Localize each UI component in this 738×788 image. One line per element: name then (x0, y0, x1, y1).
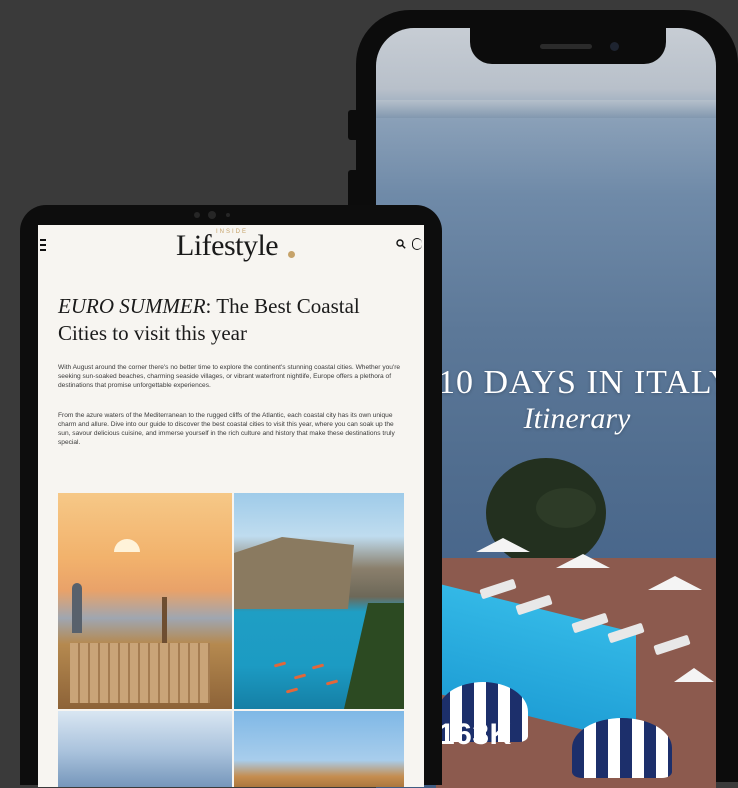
article-headline: EURO SUMMER: The Best Coastal Cities to … (58, 293, 388, 347)
profile-icon[interactable] (412, 238, 422, 250)
dubrovnik-photo[interactable] (234, 493, 404, 709)
menu-icon[interactable] (40, 239, 46, 251)
article-paragraph: From the azure waters of the Mediterrane… (58, 412, 395, 446)
fortress-cliff (234, 537, 354, 609)
tablet-camera (208, 211, 216, 219)
palma-photo[interactable] (234, 711, 404, 787)
article-paragraph: With August around the corner there's no… (58, 364, 401, 389)
kayak (285, 687, 299, 694)
green-shore (344, 603, 404, 709)
search-icon[interactable] (396, 239, 406, 249)
kayak (273, 661, 287, 668)
buildings (70, 643, 210, 703)
barcelona-photo[interactable] (58, 493, 232, 709)
sun (114, 539, 140, 552)
tower (72, 583, 82, 633)
site-logo[interactable]: Lifestyle (176, 229, 279, 263)
article-page[interactable]: INSIDE Lifestyle EURO SUMMER: The Best C… (38, 225, 424, 787)
front-camera (610, 42, 619, 51)
story-subtitle: Itinerary (523, 402, 631, 435)
phone-notch (470, 28, 666, 64)
tablet-device: INSIDE Lifestyle EURO SUMMER: The Best C… (20, 205, 442, 787)
tablet-sensor (226, 213, 230, 217)
logo-dot (288, 251, 295, 258)
kayak (325, 679, 339, 686)
kayak (311, 663, 325, 670)
striped-umbrella (572, 718, 672, 778)
story-title: 10 DAYS IN ITALY (438, 364, 716, 401)
tablet-sensor (194, 212, 200, 218)
speaker-grille (540, 44, 592, 49)
site-header: INSIDE Lifestyle (38, 225, 424, 273)
photo-collage (58, 493, 404, 787)
monaco-photo[interactable] (58, 711, 232, 787)
view-count: 163K (438, 718, 512, 751)
pine-tree-canopy (536, 488, 596, 528)
phone-silent-switch (348, 110, 356, 140)
kayak (293, 673, 307, 680)
sea-horizon (376, 100, 716, 118)
headline-italic: EURO SUMMER (58, 294, 206, 318)
